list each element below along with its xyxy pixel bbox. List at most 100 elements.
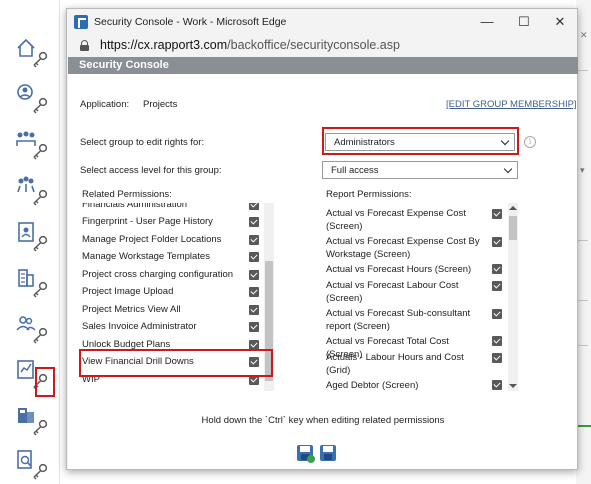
permission-checkbox[interactable] <box>492 264 502 274</box>
report-permission-row: Actual vs Forecast Hours (Screen) <box>326 263 486 276</box>
maximize-button[interactable]: ☐ <box>509 12 539 32</box>
save-as-new-icon[interactable] <box>297 445 315 463</box>
drill-downs-highlight-box <box>79 349 273 377</box>
permission-checkbox[interactable] <box>492 209 502 219</box>
key-icon[interactable] <box>14 174 56 210</box>
permission-checkbox[interactable] <box>492 281 502 291</box>
permission-label: Actual vs Forecast Hours (Screen) <box>326 264 472 275</box>
security-console-window: Security Console - Work - Microsoft Edge… <box>66 8 578 470</box>
permission-label: Sales Invoice Administrator <box>82 321 197 332</box>
application-label: Application: <box>80 99 130 110</box>
sidebar-item[interactable] <box>14 266 56 302</box>
key-icon[interactable] <box>14 220 56 256</box>
background-divider <box>578 300 588 301</box>
lock-icon <box>80 40 89 51</box>
permission-label: Actual vs Forecast Labour Cost (Screen) <box>326 280 459 304</box>
console-header: Security Console <box>68 57 578 74</box>
application-value: Projects <box>143 99 178 110</box>
permission-label: Manage Workstage Templates <box>82 251 210 262</box>
permission-label: Actual vs Forecast Expense Cost (Screen) <box>326 208 466 232</box>
minimize-button[interactable]: — <box>472 12 502 32</box>
related-permissions-heading: Related Permissions: <box>82 189 172 200</box>
url-text[interactable]: https://cx.rapport3.com/backoffice/secur… <box>100 38 400 52</box>
permission-label: Actual vs Forecast Expense Cost By Works… <box>326 236 480 260</box>
permission-label: Actual vs Forecast Sub-consultant report… <box>326 308 471 332</box>
window-titlebar[interactable]: Security Console - Work - Microsoft Edge… <box>67 9 577 35</box>
permission-label: Actuals - Labour Hours and Cost (Grid) <box>326 352 464 376</box>
key-icon[interactable] <box>14 266 56 302</box>
report-permission-row: Actual vs Forecast Sub-consultant report… <box>326 307 486 333</box>
sidebar-item[interactable] <box>14 36 56 72</box>
permission-checkbox[interactable] <box>249 203 259 210</box>
permission-label: Financials Administration <box>82 203 188 210</box>
console-content: Security Console Application: Projects [… <box>67 57 578 469</box>
sidebar-item[interactable] <box>14 82 56 118</box>
save-icon[interactable] <box>320 445 336 461</box>
access-level-select[interactable]: Full access <box>322 161 518 179</box>
scroll-up-icon[interactable] <box>509 206 517 210</box>
close-button[interactable]: ✕ <box>545 12 575 32</box>
sidebar-item[interactable] <box>14 128 56 164</box>
report-permission-row: Actuals - Labour Hours and Cost (Grid) <box>326 351 486 377</box>
info-icon[interactable]: i <box>524 136 536 148</box>
sidebar-item[interactable] <box>14 404 56 440</box>
sidebar-item[interactable] <box>14 220 56 256</box>
key-icon[interactable] <box>14 36 56 72</box>
report-permissions-list: Actual vs Forecast Expense Cost (Screen)… <box>326 203 508 391</box>
scrollbar-thumb[interactable] <box>509 216 517 240</box>
sidebar-item[interactable] <box>14 358 56 397</box>
sidebar-item[interactable] <box>14 312 56 348</box>
scroll-down-icon[interactable] <box>509 384 517 388</box>
edit-group-membership-link[interactable]: [EDIT GROUP MEMBERSHIP] <box>446 99 577 110</box>
report-permission-row: Actual vs Forecast Expense Cost By Works… <box>326 235 486 261</box>
permission-checkbox[interactable] <box>249 217 259 227</box>
url-path: /backoffice/securityconsole.asp <box>227 38 400 52</box>
sidebar-item[interactable] <box>14 174 56 210</box>
related-permission-row: Project Metrics View All <box>82 304 262 315</box>
permission-checkbox[interactable] <box>249 235 259 245</box>
address-bar[interactable]: https://cx.rapport3.com/backoffice/secur… <box>67 35 577 57</box>
permission-checkbox[interactable] <box>492 237 502 247</box>
app-sidebar <box>0 0 60 484</box>
key-icon[interactable] <box>14 448 56 484</box>
permission-checkbox[interactable] <box>492 309 502 319</box>
background-page-edge: ✕ ▾ <box>576 0 591 484</box>
related-permission-row: Financials Administration <box>82 203 262 210</box>
related-permission-row: Fingerprint - User Page History <box>82 216 262 227</box>
background-dropdown-glyph: ▾ <box>580 165 585 175</box>
group-select-label: Select group to edit rights for: <box>80 137 205 148</box>
related-permission-row: Sales Invoice Administrator <box>82 321 262 332</box>
related-permission-row: Manage Workstage Templates <box>82 251 262 262</box>
permission-label: Manage Project Folder Locations <box>82 234 222 245</box>
permission-checkbox[interactable] <box>249 270 259 280</box>
permission-checkbox[interactable] <box>249 252 259 262</box>
key-icon[interactable] <box>14 312 56 348</box>
key-icon[interactable] <box>14 82 56 118</box>
permission-label: Project Image Upload <box>82 286 174 297</box>
chevron-down-icon <box>503 164 513 174</box>
permission-checkbox[interactable] <box>492 336 502 346</box>
background-divider <box>578 345 588 346</box>
key-icon[interactable] <box>14 404 56 440</box>
report-permission-row: Aged Debtor (Screen) <box>326 379 486 391</box>
report-permissions-heading: Report Permissions: <box>326 189 412 200</box>
report-permissions-scrollbar[interactable] <box>508 203 518 391</box>
related-permission-row: Project Image Upload <box>82 286 262 297</box>
background-close-glyph: ✕ <box>580 30 588 40</box>
related-permission-row: Manage Project Folder Locations <box>82 234 262 245</box>
window-title: Security Console - Work - Microsoft Edge <box>94 16 287 28</box>
permission-label: Fingerprint - User Page History <box>82 216 213 227</box>
background-divider <box>578 240 588 241</box>
key-icon[interactable] <box>14 128 56 164</box>
access-level-value: Full access <box>331 165 379 176</box>
permission-checkbox[interactable] <box>249 287 259 297</box>
key-highlight-box <box>35 367 55 397</box>
permission-checkbox[interactable] <box>249 322 259 332</box>
permission-checkbox[interactable] <box>492 353 502 363</box>
sidebar-item[interactable] <box>14 448 56 484</box>
rapport-logo-icon <box>74 15 88 29</box>
permission-checkbox[interactable] <box>249 305 259 315</box>
permission-checkbox[interactable] <box>492 380 502 390</box>
permission-label: Project Metrics View All <box>82 304 181 315</box>
report-permission-row: Actual vs Forecast Labour Cost (Screen) <box>326 279 486 305</box>
